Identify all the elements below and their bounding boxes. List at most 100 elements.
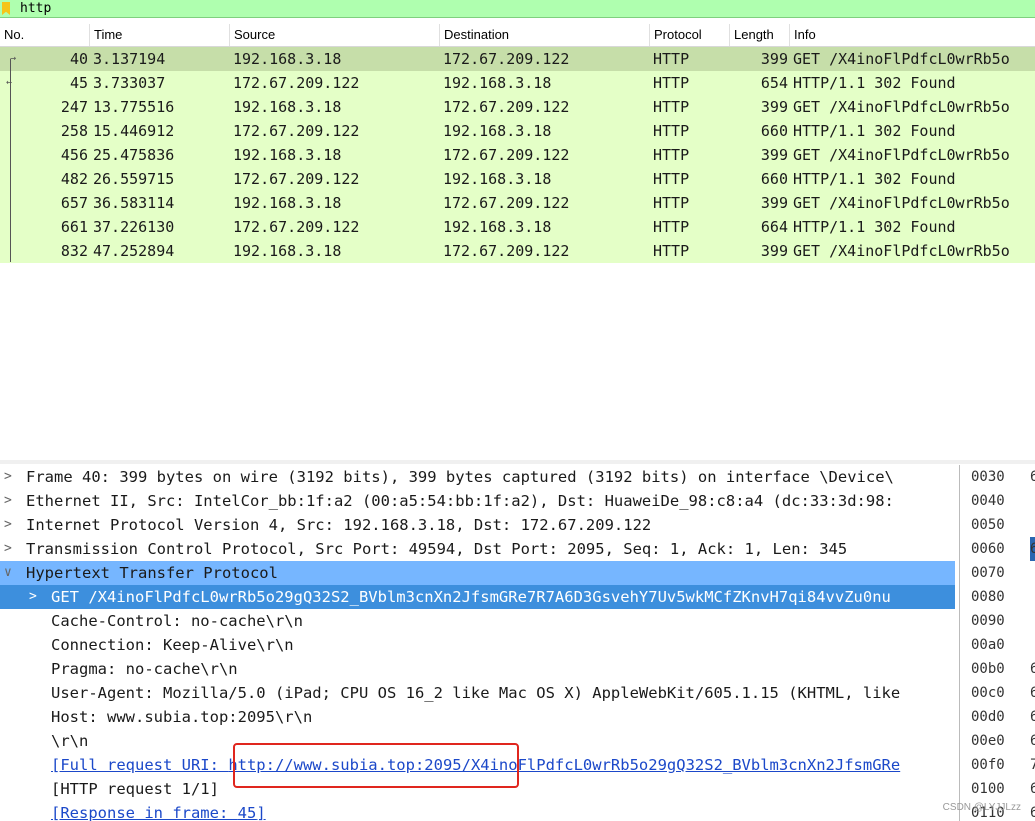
hex-row[interactable]: 0080 [960,585,1035,609]
hex-offset: 00a0 [971,637,1005,653]
column-header-no[interactable]: No. [0,24,90,46]
hex-byte[interactable]: 6 [1030,465,1035,489]
tree-item-response-in-frame[interactable]: [Response in frame: 45] [0,801,955,821]
packet-cell-source: 172.67.209.122 [233,218,360,236]
hex-row[interactable]: 00b0 6 [960,657,1035,681]
tree-item-ethernet[interactable]: > Ethernet II, Src: IntelCor_bb:1f:a2 (00… [0,489,955,513]
hex-byte[interactable]: 6 [1030,777,1035,801]
packet-cell-time: 3.137194 [93,50,166,68]
hex-row[interactable]: 0070 [960,561,1035,585]
chevron-right-icon[interactable]: > [29,585,43,609]
packet-row[interactable]: 482 26.559715 172.67.209.122 192.168.3.18 HT… [0,167,1035,191]
hex-row[interactable]: 00a0 [960,633,1035,657]
packet-cell-destination: 172.67.209.122 [443,98,570,116]
request-arrow-icon: → [10,53,17,64]
hex-row[interactable]: 0100 6 [960,777,1035,801]
hex-byte[interactable]: 6 [1030,801,1035,821]
column-header-length[interactable]: Length [730,24,790,46]
packet-cell-protocol: HTTP [653,146,690,164]
bookmark-icon[interactable] [2,2,10,15]
packet-cell-source: 172.67.209.122 [233,122,360,140]
tree-item-connection[interactable]: Connection: Keep-Alive\r\n [0,633,955,657]
packet-cell-source: 192.168.3.18 [233,50,342,68]
hex-byte[interactable]: 6 [1030,729,1035,753]
hex-offset: 00b0 [971,661,1005,677]
packet-row[interactable]: 247 13.775516 192.168.3.18 172.67.209.122 HT… [0,95,1035,119]
packet-cell-time: 3.733037 [93,74,166,92]
response-frame-link[interactable]: 45 [238,804,257,821]
packet-cell-no: 45 [69,74,88,92]
hex-offset: 0040 [971,493,1005,509]
packet-cell-no: 661 [60,218,88,236]
packet-cell-protocol: HTTP [653,170,690,188]
hex-row[interactable]: 0090 [960,609,1035,633]
hex-row[interactable]: 0040 [960,489,1035,513]
hex-offset: 0070 [971,565,1005,581]
tree-item-http[interactable]: ∨ Hypertext Transfer Protocol [0,561,955,585]
packet-row[interactable]: 40 3.137194 192.168.3.18 172.67.209.122 HTTP… [0,47,1035,71]
hex-byte[interactable]: 6 [1030,537,1035,561]
packet-cell-destination: 192.168.3.18 [443,74,552,92]
packet-cell-time: 37.226130 [93,218,175,236]
chevron-down-icon[interactable]: ∨ [4,561,18,585]
packet-cell-length: 660 [760,170,788,188]
hex-row[interactable]: 0030 6 [960,465,1035,489]
tree-item-user-agent[interactable]: User-Agent: Mozilla/5.0 (iPad; CPU OS 16… [0,681,955,705]
packet-cell-info: GET /X4inoFlPdfcL0wrRb5o [793,146,1010,164]
chevron-right-icon[interactable]: > [4,513,18,537]
chevron-right-icon[interactable]: > [4,465,18,489]
packet-cell-info: HTTP/1.1 302 Found [793,74,956,92]
tree-item-tcp[interactable]: > Transmission Control Protocol, Src Port… [0,537,955,561]
hex-row[interactable]: 00f0 7 [960,753,1035,777]
hex-row[interactable]: 0050 [960,513,1035,537]
hex-offset: 00c0 [971,685,1005,701]
packet-cell-destination: 172.67.209.122 [443,242,570,260]
hex-row[interactable]: 0060 6 [960,537,1035,561]
packet-cell-protocol: HTTP [653,50,690,68]
hex-row[interactable]: 00c0 6 [960,681,1035,705]
chevron-right-icon[interactable]: > [4,489,18,513]
hex-byte[interactable]: 7 [1030,753,1035,777]
packet-cell-length: 660 [760,122,788,140]
packet-row[interactable]: 832 47.252894 192.168.3.18 172.67.209.122 HT… [0,239,1035,263]
tree-item-ip[interactable]: > Internet Protocol Version 4, Src: 192.1… [0,513,955,537]
packet-row[interactable]: 45 3.733037 172.67.209.122 192.168.3.18 HTTP… [0,71,1035,95]
packet-row[interactable]: 657 36.583114 192.168.3.18 172.67.209.122 HT… [0,191,1035,215]
display-filter-bar[interactable]: http [0,0,1035,18]
packet-cell-destination: 192.168.3.18 [443,170,552,188]
packet-cell-time: 26.559715 [93,170,175,188]
response-arrow-icon: ← [6,77,13,88]
packet-cell-no: 482 [60,170,88,188]
packet-cell-time: 15.446912 [93,122,175,140]
hex-row[interactable]: 00e0 6 [960,729,1035,753]
tree-item-host[interactable]: Host: www.subia.top:2095\r\n [0,705,955,729]
hex-row[interactable]: 00d0 6 [960,705,1035,729]
packet-row[interactable]: 661 37.226130 172.67.209.122 192.168.3.18 HT… [0,215,1035,239]
column-header-time[interactable]: Time [90,24,230,46]
column-header-info[interactable]: Info [790,24,1035,46]
packet-row[interactable]: 258 15.446912 172.67.209.122 192.168.3.18 HT… [0,119,1035,143]
pane-splitter[interactable] [0,460,1035,464]
packet-row[interactable]: 456 25.475836 192.168.3.18 172.67.209.122 HT… [0,143,1035,167]
display-filter-input[interactable]: http [20,1,51,16]
column-header-protocol[interactable]: Protocol [650,24,730,46]
tree-item-frame[interactable]: > Frame 40: 399 bytes on wire (3192 bits)… [0,465,955,489]
packet-cell-source: 192.168.3.18 [233,194,342,212]
tree-item-pragma[interactable]: Pragma: no-cache\r\n [0,657,955,681]
packet-cell-protocol: HTTP [653,74,690,92]
packet-cell-source: 172.67.209.122 [233,74,360,92]
tree-item-cache-control[interactable]: Cache-Control: no-cache\r\n [0,609,955,633]
hex-byte[interactable]: 6 [1030,657,1035,681]
hex-byte[interactable]: 6 [1030,681,1035,705]
tree-item-http-request-line[interactable]: > GET /X4inoFlPdfcL0wrRb5o29gQ32S2_BVblm3… [0,585,955,609]
chevron-right-icon[interactable]: > [4,537,18,561]
packet-cell-length: 399 [760,98,788,116]
related-packet-line [10,59,11,262]
packet-cell-length: 399 [760,146,788,164]
column-header-source[interactable]: Source [230,24,440,46]
packet-cell-length: 399 [760,242,788,260]
packet-cell-length: 664 [760,218,788,236]
packet-cell-no: 247 [60,98,88,116]
hex-byte[interactable]: 6 [1030,705,1035,729]
column-header-destination[interactable]: Destination [440,24,650,46]
